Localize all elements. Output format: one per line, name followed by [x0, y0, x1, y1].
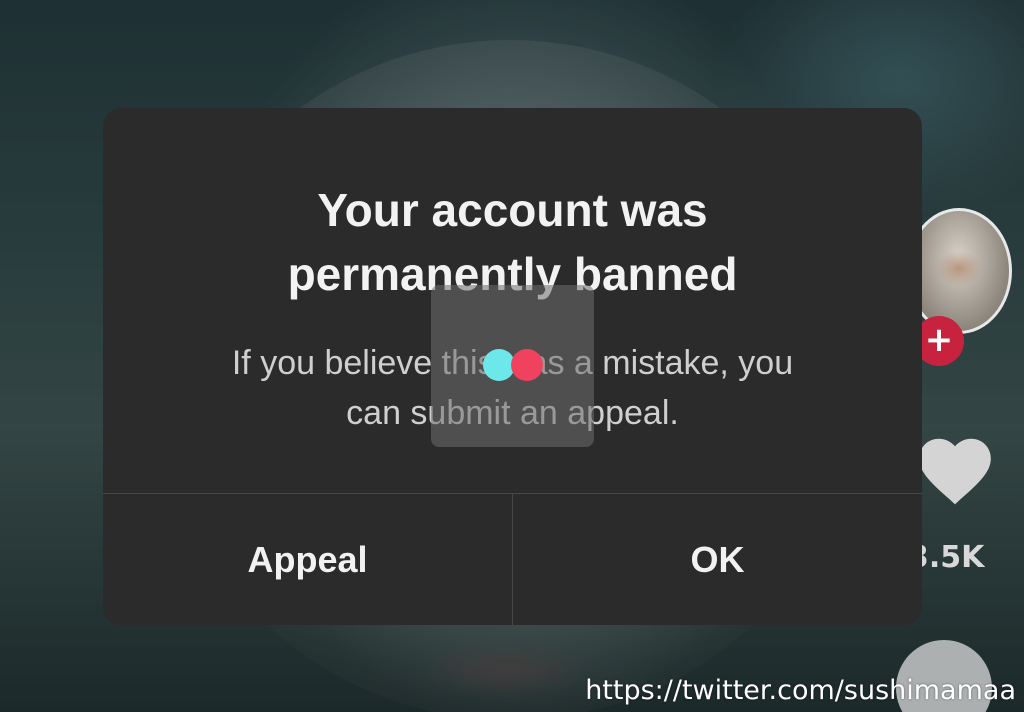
- video-background: + 3.5K Your account was permanently bann…: [0, 0, 1024, 712]
- appeal-button[interactable]: Appeal: [103, 494, 512, 625]
- dialog-title-line: Your account was: [317, 184, 708, 236]
- ok-button[interactable]: OK: [513, 494, 922, 625]
- loading-overlay: [431, 285, 594, 447]
- heart-icon[interactable]: [912, 428, 998, 514]
- plus-icon: +: [924, 320, 954, 360]
- watermark-url: https://twitter.com/sushimamaa: [585, 675, 1016, 706]
- loading-dot-red-icon: [511, 349, 543, 381]
